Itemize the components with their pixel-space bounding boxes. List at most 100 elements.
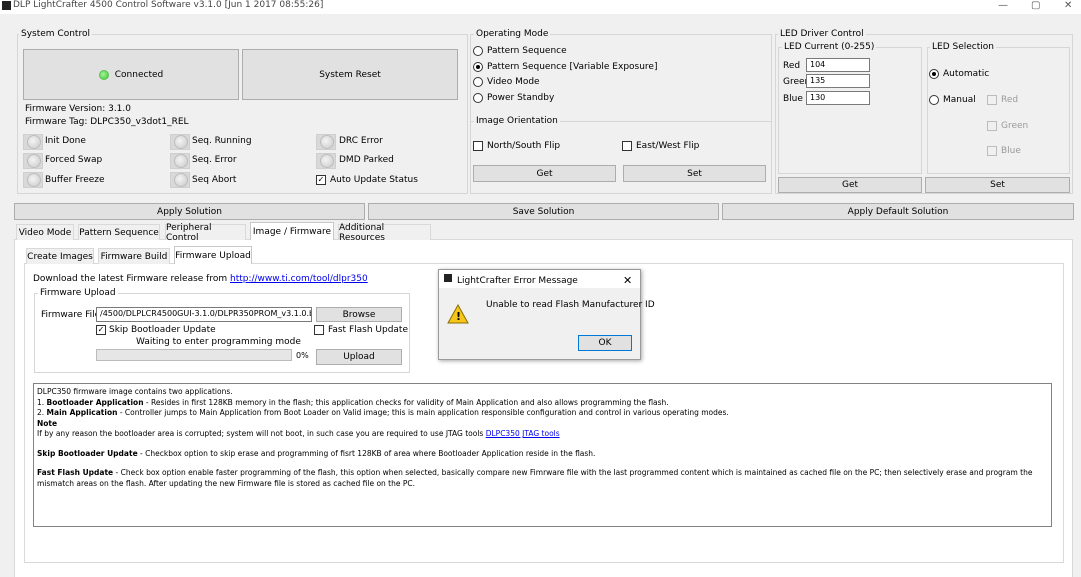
led-red-label: Red — [783, 61, 801, 71]
auto-update-checkbox[interactable]: ✓ — [316, 175, 326, 185]
dmd-parked-label: DMD Parked — [339, 155, 394, 165]
tab-image-firmware[interactable]: Image / Firmware — [250, 222, 334, 240]
init-done-indicator — [23, 134, 43, 150]
info-line: Skip Bootloader Update - Checkbox option… — [37, 448, 596, 458]
apply-solution-button[interactable]: Apply Solution — [14, 203, 365, 220]
tab-peripheral-control[interactable]: Peripheral Control — [165, 223, 246, 243]
system-reset-button[interactable]: System Reset — [242, 49, 458, 100]
firmware-tag: Firmware Tag: DLPC350_v3dot1_REL — [25, 117, 189, 127]
save-solution-button[interactable]: Save Solution — [368, 203, 719, 220]
skip-bootloader-checkbox[interactable]: ✓ — [96, 325, 106, 335]
init-done-label: Init Done — [45, 136, 86, 146]
seq-running-indicator — [170, 134, 190, 150]
led-red-checkbox[interactable] — [987, 95, 997, 105]
forced-swap-indicator — [23, 153, 43, 169]
led-set-button[interactable]: Set — [925, 177, 1070, 193]
led-green-checkbox[interactable] — [987, 121, 997, 131]
led-selection-group — [927, 47, 1070, 174]
browse-button[interactable]: Browse — [316, 307, 402, 322]
info-line: 1. Bootloader Application - Resides in f… — [37, 397, 669, 407]
east-west-flip-checkbox[interactable] — [622, 141, 632, 151]
firmware-file-input[interactable]: /4500/DLPLCR4500GUI-3.1.0/DLPR350PROM_v3… — [96, 307, 312, 322]
mode-video-radio[interactable] — [473, 77, 483, 87]
led-blue-input[interactable]: 130 — [806, 91, 870, 105]
led-green-input[interactable]: 135 — [806, 74, 870, 88]
firmware-info-text: DLPC350 firmware image contains two appl… — [33, 383, 1052, 527]
warning-icon: ! — [447, 303, 469, 327]
led-current-legend: LED Current (0-255) — [782, 42, 877, 52]
fast-flash-checkbox[interactable] — [314, 325, 324, 335]
orientation-get-button[interactable]: Get — [473, 165, 616, 182]
dialog-app-icon — [444, 274, 452, 282]
status-led-icon — [174, 173, 188, 187]
mode-video-label: Video Mode — [487, 77, 540, 87]
north-south-flip-label: North/South Flip — [487, 141, 561, 151]
seq-running-label: Seq. Running — [192, 136, 252, 146]
upload-progress-percent: 0% — [296, 351, 309, 360]
mode-power-standby-radio[interactable] — [473, 93, 483, 103]
tab-create-images[interactable]: Create Images — [26, 248, 94, 264]
tab-firmware-build[interactable]: Firmware Build — [98, 248, 170, 264]
status-led-icon — [320, 135, 334, 149]
operating-mode-legend: Operating Mode — [474, 29, 551, 39]
info-line: 2. Main Application - Controller jumps t… — [37, 408, 729, 417]
connected-label: Connected — [114, 69, 164, 80]
mode-power-standby-label: Power Standby — [487, 93, 555, 103]
led-selection-legend: LED Selection — [930, 42, 996, 52]
tab-firmware-upload[interactable]: Firmware Upload — [174, 246, 252, 264]
dialog-title: LightCrafter Error Message — [457, 276, 578, 286]
maximize-button[interactable]: ▢ — [1031, 0, 1040, 11]
led-manual-label: Manual — [943, 95, 976, 105]
north-south-flip-checkbox[interactable] — [473, 141, 483, 151]
seq-error-indicator — [170, 153, 190, 169]
led-automatic-label: Automatic — [943, 69, 990, 79]
firmware-download-link[interactable]: http://www.ti.com/tool/dlpr350 — [230, 274, 368, 284]
dialog-close-icon[interactable]: ✕ — [623, 274, 632, 287]
seq-abort-indicator — [170, 172, 190, 188]
led-blue-check-label: Blue — [1001, 146, 1021, 156]
close-button[interactable]: ✕ — [1064, 0, 1072, 11]
minimize-button[interactable]: — — [998, 0, 1008, 11]
tab-pattern-sequence[interactable]: Pattern Sequence — [78, 224, 160, 240]
apply-default-solution-button[interactable]: Apply Default Solution — [722, 203, 1074, 220]
tab-video-mode[interactable]: Video Mode — [16, 224, 74, 240]
status-led-icon — [27, 173, 41, 187]
skip-bootloader-label: Skip Bootloader Update — [109, 325, 216, 335]
firmware-version: Firmware Version: 3.1.0 — [25, 104, 131, 114]
mode-pattern-sequence-label: Pattern Sequence — [487, 46, 567, 56]
mode-variable-exposure-radio[interactable] — [473, 62, 483, 72]
info-line: DLPC350 firmware image contains two appl… — [37, 387, 233, 396]
east-west-flip-label: East/West Flip — [636, 141, 700, 151]
connected-button[interactable]: Connected — [23, 49, 239, 100]
info-line: Fast Flash Update - Check box option ena… — [37, 468, 1033, 488]
error-dialog: LightCrafter Error Message ✕ ! Unable to… — [438, 269, 655, 360]
status-led-icon — [27, 154, 41, 168]
mode-pattern-sequence-radio[interactable] — [473, 46, 483, 56]
tab-additional-resources[interactable]: Additional Resources — [338, 223, 431, 243]
title-bar: DLP LightCrafter 4500 Control Software v… — [0, 0, 1081, 14]
system-control-legend: System Control — [19, 29, 92, 39]
buffer-freeze-label: Buffer Freeze — [45, 175, 105, 185]
image-orientation-legend: Image Orientation — [474, 116, 560, 126]
dialog-title-bar: LightCrafter Error Message ✕ — [439, 270, 640, 288]
programming-status: Waiting to enter programming mode — [136, 337, 301, 347]
led-automatic-radio[interactable] — [929, 69, 939, 79]
image-orientation-group — [470, 121, 772, 194]
firmware-upload-legend: Firmware Upload — [38, 288, 118, 298]
app-icon — [2, 1, 11, 10]
status-led-icon — [174, 154, 188, 168]
led-driver-legend: LED Driver Control — [778, 29, 866, 39]
seq-abort-label: Seq Abort — [192, 175, 237, 185]
connected-indicator-icon — [98, 69, 109, 80]
dialog-ok-button[interactable]: OK — [578, 335, 632, 351]
led-red-input[interactable]: 104 — [806, 58, 870, 72]
jtag-tools-link[interactable]: DLPC350 JTAG tools — [486, 429, 560, 438]
led-blue-checkbox[interactable] — [987, 146, 997, 156]
buffer-freeze-indicator — [23, 172, 43, 188]
orientation-set-button[interactable]: Set — [623, 165, 766, 182]
led-manual-radio[interactable] — [929, 95, 939, 105]
window-title: DLP LightCrafter 4500 Control Software v… — [13, 0, 324, 10]
upload-button[interactable]: Upload — [316, 349, 402, 365]
upload-progress-bar — [96, 349, 292, 361]
led-get-button[interactable]: Get — [778, 177, 922, 193]
